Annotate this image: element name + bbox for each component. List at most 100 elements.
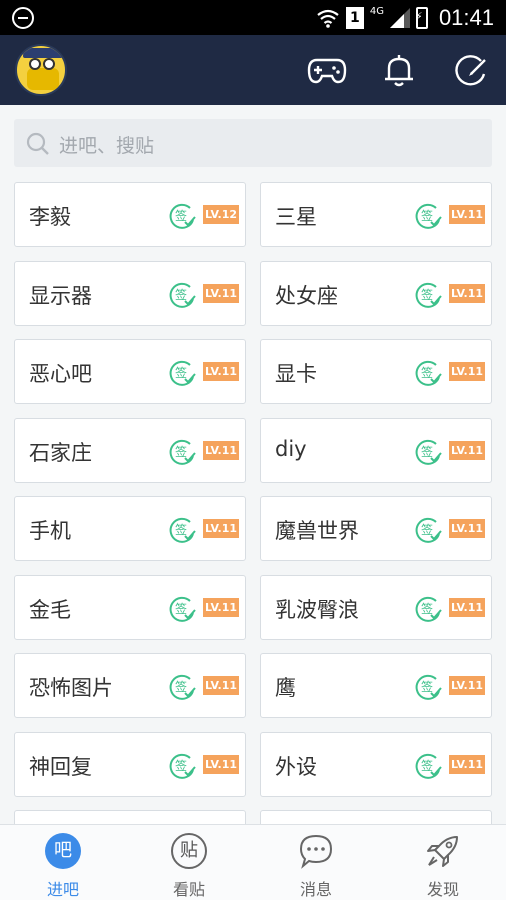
sign-label: 签 (421, 601, 433, 616)
level-badge: LV.11 (449, 676, 485, 695)
sign-in-check-icon[interactable]: 签 (414, 673, 442, 701)
forum-card[interactable]: 显示器 签 LV.11 (14, 260, 246, 326)
forum-card[interactable]: 石家庄 签 LV.11 (14, 417, 246, 483)
tab-label: 发现 (426, 880, 459, 899)
forum-card[interactable]: 神回复 签 LV.11 (14, 731, 246, 797)
forum-name: diy (275, 436, 307, 461)
level-badge: LV.12 (203, 205, 239, 224)
sign-in-check-icon[interactable]: 签 (414, 595, 442, 623)
sign-label: 签 (175, 522, 187, 537)
sign-label: 签 (421, 758, 433, 773)
forum-card[interactable]: 外设 签 LV.11 (260, 731, 492, 797)
forum-card[interactable]: 处女座 签 LV.11 (260, 260, 492, 326)
forum-name: 三星 (275, 205, 317, 229)
sign-in-check-icon[interactable]: 签 (168, 516, 196, 544)
level-badge: LV.11 (449, 597, 485, 617)
sign-in-check-icon[interactable]: 签 (168, 673, 196, 701)
sign-label: 签 (421, 365, 433, 380)
sign-in-icon[interactable] (451, 52, 491, 88)
sign-label: 签 (421, 444, 433, 459)
rocket-icon (427, 836, 458, 867)
forum-card[interactable]: 李毅 签 LV.12 (14, 182, 246, 247)
forum-name: 石家庄 (29, 440, 92, 465)
tab-forums[interactable]: 吧 进吧 (0, 833, 126, 899)
forum-icon: 吧 (45, 833, 81, 869)
sign-label: 签 (421, 679, 433, 694)
bottom-tab-bar: 吧 进吧 贴 看贴 消息 发现 (0, 824, 506, 900)
app-header (0, 35, 506, 105)
battery-icon (415, 7, 428, 29)
forum-card[interactable]: 手机 签 LV.11 (14, 496, 246, 561)
sign-in-check-icon[interactable]: 签 (414, 359, 442, 387)
bell-icon[interactable] (379, 52, 419, 88)
sign-label: 签 (175, 208, 187, 223)
sign-label: 签 (421, 287, 433, 302)
forum-name: 恶心吧 (29, 362, 92, 386)
game-controller-icon[interactable] (307, 52, 347, 88)
sign-in-check-icon[interactable]: 签 (168, 752, 196, 780)
sign-in-check-icon[interactable]: 签 (168, 595, 196, 623)
level-badge: LV.11 (449, 205, 485, 224)
forum-card[interactable]: 鹰 签 LV.11 (260, 653, 492, 718)
clock: 01:41 (438, 5, 494, 30)
forum-name: 手机 (29, 519, 71, 543)
search-icon (26, 132, 49, 155)
level-badge: LV.11 (449, 283, 485, 303)
forum-card[interactable]: 恶心吧 签 LV.11 (14, 339, 246, 404)
tab-label: 消息 (299, 880, 332, 899)
avatar[interactable] (15, 44, 67, 96)
level-badge: LV.11 (203, 597, 239, 617)
forum-name: 处女座 (275, 283, 338, 308)
forum-name: 外设 (275, 754, 317, 779)
sign-in-check-icon[interactable]: 签 (168, 359, 196, 387)
forum-name: 恐怖图片 (29, 676, 113, 700)
forum-name: 金毛 (29, 597, 71, 622)
level-badge: LV.11 (449, 362, 485, 381)
sign-label: 签 (175, 444, 187, 459)
sim-indicator: 1 (345, 7, 364, 29)
sign-label: 签 (175, 758, 187, 773)
level-badge: LV.11 (449, 754, 485, 774)
forum-card[interactable]: 恐怖图片 签 LV.11 (14, 653, 246, 718)
forum-name: 神回复 (29, 754, 92, 779)
forum-name: 李毅 (29, 205, 71, 229)
post-icon: 贴 (171, 833, 207, 869)
sign-in-check-icon[interactable]: 签 (168, 438, 196, 466)
sign-label: 签 (175, 287, 187, 302)
do-not-disturb-icon (12, 7, 34, 29)
sign-in-check-icon[interactable]: 签 (414, 516, 442, 544)
forum-card[interactable]: 乳波臀浪 签 LV.11 (260, 574, 492, 640)
sign-label: 签 (421, 522, 433, 537)
level-badge: LV.11 (203, 362, 239, 381)
signal-icon (390, 8, 410, 28)
forum-card[interactable]: 魔兽世界 签 LV.11 (260, 496, 492, 561)
sign-in-check-icon[interactable]: 签 (414, 752, 442, 780)
sign-label: 签 (175, 601, 187, 616)
level-badge: LV.11 (203, 754, 239, 774)
forum-card[interactable]: 金毛 签 LV.11 (14, 574, 246, 640)
tab-posts[interactable]: 贴 看贴 (126, 833, 252, 899)
tab-discover[interactable]: 发现 (380, 833, 506, 899)
forum-name: 魔兽世界 (275, 519, 359, 543)
sign-label: 签 (175, 365, 187, 380)
tab-label: 进吧 (46, 880, 79, 899)
message-icon (299, 834, 333, 869)
sign-label: 签 (175, 679, 187, 694)
forum-card[interactable]: diy 签 LV.11 (260, 417, 492, 483)
level-badge: LV.11 (203, 440, 239, 460)
forum-card[interactable]: 显卡 签 LV.11 (260, 339, 492, 404)
sign-in-check-icon[interactable]: 签 (414, 202, 442, 230)
tab-messages[interactable]: 消息 (253, 833, 379, 899)
forum-card[interactable]: 三星 签 LV.11 (260, 182, 492, 247)
level-badge: LV.11 (449, 519, 485, 538)
sign-label: 签 (421, 208, 433, 223)
sign-in-check-icon[interactable]: 签 (168, 202, 196, 230)
forum-name: 显示器 (29, 283, 92, 308)
status-bar: 1 4G 01:41 (0, 0, 506, 35)
sign-in-check-icon[interactable]: 签 (414, 281, 442, 309)
forum-name: 乳波臀浪 (275, 597, 359, 622)
search-input[interactable]: 进吧、搜贴 (14, 119, 492, 167)
sign-in-check-icon[interactable]: 签 (414, 438, 442, 466)
sign-in-check-icon[interactable]: 签 (168, 281, 196, 309)
level-badge: LV.11 (203, 519, 239, 538)
